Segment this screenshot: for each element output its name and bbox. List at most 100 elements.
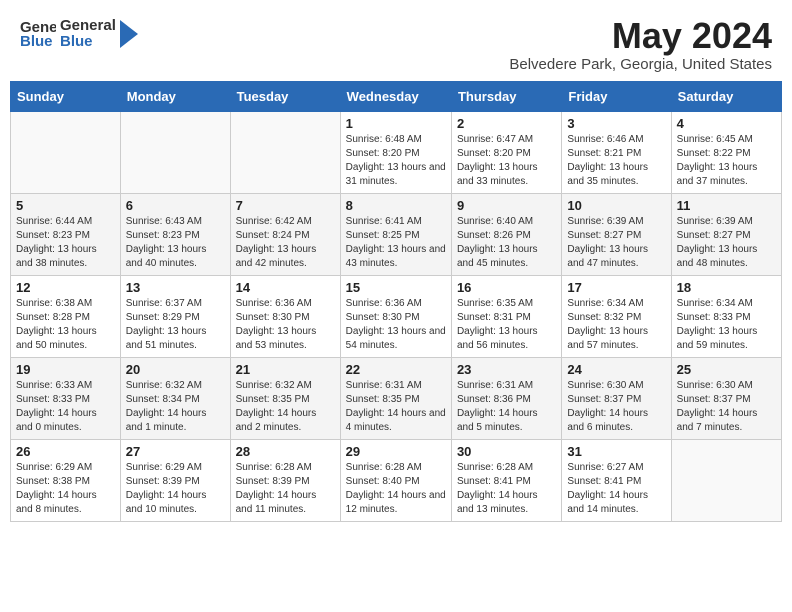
day-info: Sunrise: 6:27 AM Sunset: 8:41 PM Dayligh… — [567, 461, 665, 517]
day-info: Sunrise: 6:28 AM Sunset: 8:39 PM Dayligh… — [236, 461, 335, 517]
col-wednesday: Wednesday — [340, 81, 451, 111]
week-row-2: 5 Sunrise: 6:44 AM Sunset: 8:23 PM Daylig… — [11, 193, 782, 275]
calendar-cell — [11, 111, 121, 193]
day-number: 6 — [126, 198, 225, 213]
calendar-wrapper: Sunday Monday Tuesday Wednesday Thursday… — [0, 81, 792, 532]
calendar-cell: 3Sunrise: 6:46 AM Sunset: 8:21 PM Daylig… — [562, 111, 671, 193]
calendar-cell: 22 Sunrise: 6:31 AM Sunset: 8:35 PM Dayli… — [340, 357, 451, 439]
logo: General Blue General Blue — [20, 16, 148, 52]
calendar-cell: 25Sunrise: 6:30 AM Sunset: 8:37 PM Dayli… — [671, 357, 781, 439]
title-area: May 2024 Belvedere Park, Georgia, United… — [509, 16, 772, 73]
day-number: 22 — [346, 362, 446, 377]
calendar-cell: 18 Sunrise: 6:34 AM Sunset: 8:33 PM Dayli… — [671, 275, 781, 357]
day-number: 30 — [457, 444, 556, 459]
day-number: 18 — [677, 280, 776, 295]
calendar-cell: 2 Sunrise: 6:47 AM Sunset: 8:20 PM Daylig… — [451, 111, 561, 193]
day-info: Sunrise: 6:37 AM Sunset: 8:29 PM Dayligh… — [126, 297, 225, 353]
day-number: 8 — [346, 198, 446, 213]
calendar-table: Sunday Monday Tuesday Wednesday Thursday… — [10, 81, 782, 522]
day-info: Sunrise: 6:28 AM Sunset: 8:40 PM Dayligh… — [346, 461, 446, 517]
calendar-cell: 26Sunrise: 6:29 AM Sunset: 8:38 PM Dayli… — [11, 439, 121, 521]
day-info: Sunrise: 6:42 AM Sunset: 8:24 PM Dayligh… — [236, 215, 335, 271]
logo-general: General — [60, 18, 116, 35]
calendar-cell: 11 Sunrise: 6:39 AM Sunset: 8:27 PM Dayli… — [671, 193, 781, 275]
calendar-cell: 4 Sunrise: 6:45 AM Sunset: 8:22 PM Daylig… — [671, 111, 781, 193]
day-info: Sunrise: 6:32 AM Sunset: 8:34 PM Dayligh… — [126, 379, 225, 435]
calendar-cell: 30Sunrise: 6:28 AM Sunset: 8:41 PM Dayli… — [451, 439, 561, 521]
day-info: Sunrise: 6:35 AM Sunset: 8:31 PM Dayligh… — [457, 297, 556, 353]
week-row-3: 12 Sunrise: 6:38 AM Sunset: 8:28 PM Dayli… — [11, 275, 782, 357]
day-number: 15 — [346, 280, 446, 295]
calendar-cell — [230, 111, 340, 193]
svg-text:Blue: Blue — [20, 33, 53, 50]
day-info: Sunrise: 6:45 AM Sunset: 8:22 PM Dayligh… — [677, 133, 776, 189]
day-number: 7 — [236, 198, 335, 213]
day-info: Sunrise: 6:31 AM Sunset: 8:36 PM Dayligh… — [457, 379, 556, 435]
calendar-cell: 12 Sunrise: 6:38 AM Sunset: 8:28 PM Dayli… — [11, 275, 121, 357]
day-number: 27 — [126, 444, 225, 459]
calendar-cell: 27 Sunrise: 6:29 AM Sunset: 8:39 PM Dayli… — [120, 439, 230, 521]
calendar-cell: 6Sunrise: 6:43 AM Sunset: 8:23 PM Daylig… — [120, 193, 230, 275]
calendar-cell: 9 Sunrise: 6:40 AM Sunset: 8:26 PM Daylig… — [451, 193, 561, 275]
calendar-cell: 31Sunrise: 6:27 AM Sunset: 8:41 PM Dayli… — [562, 439, 671, 521]
day-info: Sunrise: 6:48 AM Sunset: 8:20 PM Dayligh… — [346, 133, 446, 189]
col-tuesday: Tuesday — [230, 81, 340, 111]
day-info: Sunrise: 6:41 AM Sunset: 8:25 PM Dayligh… — [346, 215, 446, 271]
day-number: 2 — [457, 116, 556, 131]
calendar-header-row: Sunday Monday Tuesday Wednesday Thursday… — [11, 81, 782, 111]
calendar-cell: 16 Sunrise: 6:35 AM Sunset: 8:31 PM Dayli… — [451, 275, 561, 357]
calendar-cell: 17Sunrise: 6:34 AM Sunset: 8:32 PM Dayli… — [562, 275, 671, 357]
day-info: Sunrise: 6:44 AM Sunset: 8:23 PM Dayligh… — [16, 215, 115, 271]
calendar-cell: 15 Sunrise: 6:36 AM Sunset: 8:30 PM Dayli… — [340, 275, 451, 357]
day-number: 24 — [567, 362, 665, 377]
day-info: Sunrise: 6:40 AM Sunset: 8:26 PM Dayligh… — [457, 215, 556, 271]
day-info: Sunrise: 6:32 AM Sunset: 8:35 PM Dayligh… — [236, 379, 335, 435]
day-info: Sunrise: 6:36 AM Sunset: 8:30 PM Dayligh… — [236, 297, 335, 353]
col-monday: Monday — [120, 81, 230, 111]
day-info: Sunrise: 6:29 AM Sunset: 8:39 PM Dayligh… — [126, 461, 225, 517]
day-info: Sunrise: 6:34 AM Sunset: 8:33 PM Dayligh… — [677, 297, 776, 353]
day-number: 11 — [677, 198, 776, 213]
calendar-cell: 5 Sunrise: 6:44 AM Sunset: 8:23 PM Daylig… — [11, 193, 121, 275]
day-number: 20 — [126, 362, 225, 377]
day-number: 9 — [457, 198, 556, 213]
calendar-cell: 13 Sunrise: 6:37 AM Sunset: 8:29 PM Dayli… — [120, 275, 230, 357]
calendar-cell — [120, 111, 230, 193]
logo-blue: Blue — [60, 34, 116, 51]
calendar-cell: 7 Sunrise: 6:42 AM Sunset: 8:24 PM Daylig… — [230, 193, 340, 275]
day-info: Sunrise: 6:39 AM Sunset: 8:27 PM Dayligh… — [677, 215, 776, 271]
day-number: 14 — [236, 280, 335, 295]
day-number: 19 — [16, 362, 115, 377]
day-number: 4 — [677, 116, 776, 131]
week-row-1: 1 Sunrise: 6:48 AM Sunset: 8:20 PM Daylig… — [11, 111, 782, 193]
day-number: 16 — [457, 280, 556, 295]
calendar-cell: 14 Sunrise: 6:36 AM Sunset: 8:30 PM Dayli… — [230, 275, 340, 357]
calendar-cell: 20 Sunrise: 6:32 AM Sunset: 8:34 PM Dayli… — [120, 357, 230, 439]
logo-icon: General Blue — [20, 16, 56, 52]
day-number: 5 — [16, 198, 115, 213]
day-info: Sunrise: 6:38 AM Sunset: 8:28 PM Dayligh… — [16, 297, 115, 353]
day-number: 23 — [457, 362, 556, 377]
month-title: May 2024 — [509, 16, 772, 56]
day-info: Sunrise: 6:31 AM Sunset: 8:35 PM Dayligh… — [346, 379, 446, 435]
day-info: Sunrise: 6:46 AM Sunset: 8:21 PM Dayligh… — [567, 133, 665, 189]
day-number: 29 — [346, 444, 446, 459]
col-saturday: Saturday — [671, 81, 781, 111]
page-header: General Blue General Blue May 2024 Belve… — [0, 0, 792, 81]
day-info: Sunrise: 6:39 AM Sunset: 8:27 PM Dayligh… — [567, 215, 665, 271]
day-info: Sunrise: 6:29 AM Sunset: 8:38 PM Dayligh… — [16, 461, 115, 517]
day-info: Sunrise: 6:47 AM Sunset: 8:20 PM Dayligh… — [457, 133, 556, 189]
subtitle: Belvedere Park, Georgia, United States — [509, 56, 772, 73]
calendar-cell: 19Sunrise: 6:33 AM Sunset: 8:33 PM Dayli… — [11, 357, 121, 439]
calendar-cell: 10Sunrise: 6:39 AM Sunset: 8:27 PM Dayli… — [562, 193, 671, 275]
logo-chevron-icon — [120, 20, 148, 48]
day-number: 1 — [346, 116, 446, 131]
day-number: 13 — [126, 280, 225, 295]
calendar-cell — [671, 439, 781, 521]
col-sunday: Sunday — [11, 81, 121, 111]
calendar-cell: 28Sunrise: 6:28 AM Sunset: 8:39 PM Dayli… — [230, 439, 340, 521]
calendar-cell: 1 Sunrise: 6:48 AM Sunset: 8:20 PM Daylig… — [340, 111, 451, 193]
day-info: Sunrise: 6:36 AM Sunset: 8:30 PM Dayligh… — [346, 297, 446, 353]
day-number: 17 — [567, 280, 665, 295]
day-number: 12 — [16, 280, 115, 295]
